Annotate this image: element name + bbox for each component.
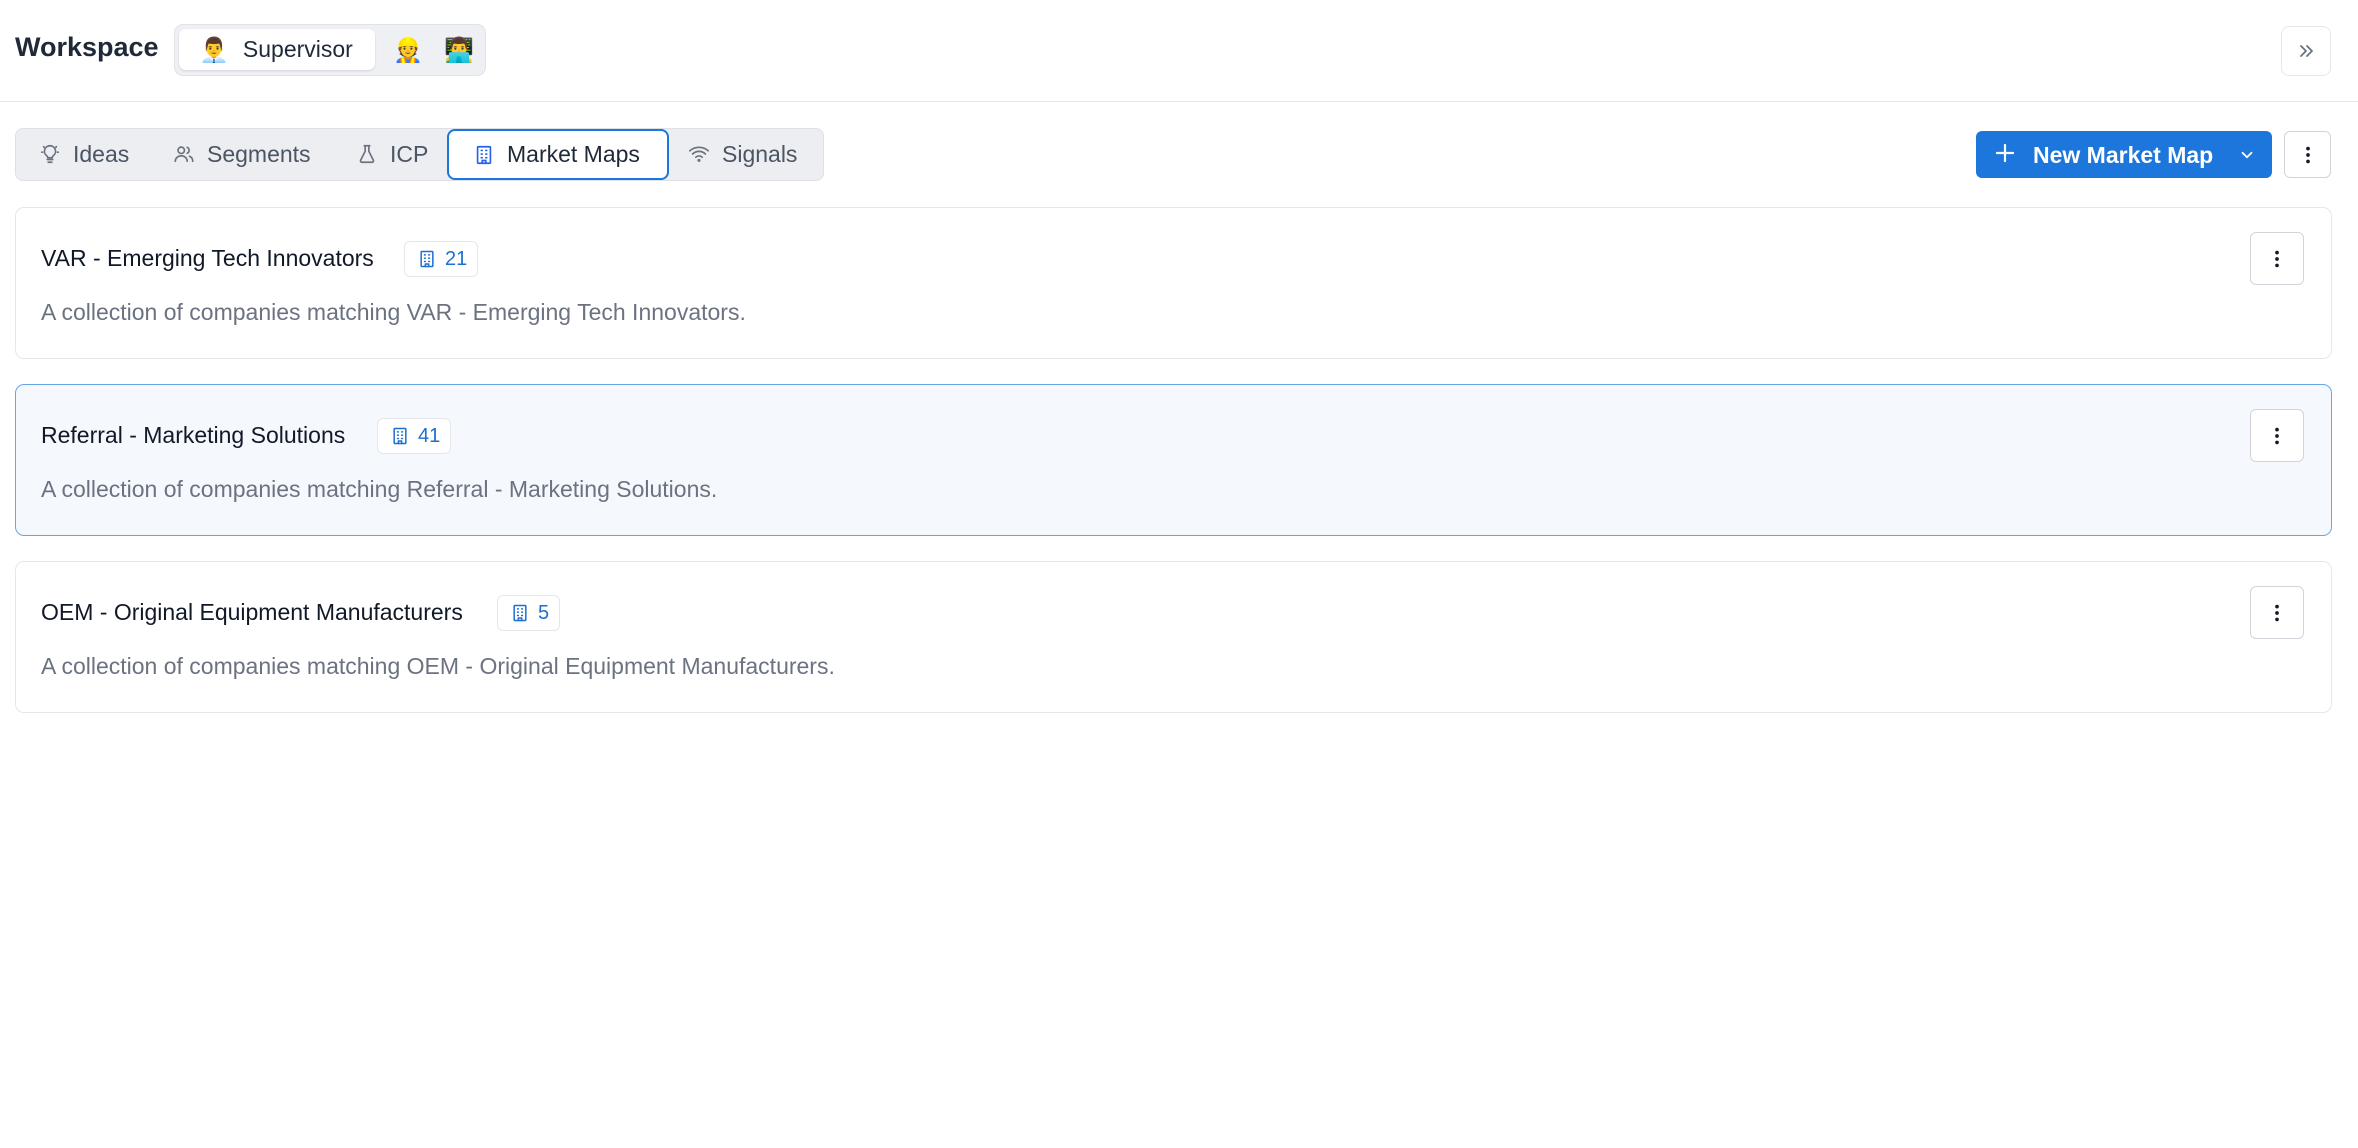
- persona-supervisor-button[interactable]: 👨‍💼 Supervisor: [179, 29, 375, 70]
- company-count: 21: [445, 247, 468, 270]
- building-icon: [513, 604, 527, 622]
- company-count: 5: [538, 601, 550, 624]
- technologist-emoji-icon: 👨‍💻: [444, 35, 474, 64]
- building-icon: [393, 427, 407, 445]
- tab-label: ICP: [390, 140, 429, 167]
- plus-icon: [1995, 143, 2015, 163]
- vertical-dots-icon: [2275, 604, 2279, 621]
- vertical-dots-icon: [2275, 427, 2279, 444]
- users-icon: [174, 146, 194, 163]
- market-map-title: OEM - Original Equipment Manufacturers: [41, 599, 463, 625]
- tab-icp[interactable]: ICP: [356, 130, 428, 178]
- company-count-badge: 5: [497, 595, 561, 631]
- company-count: 41: [418, 424, 441, 447]
- card-options-button[interactable]: [2250, 232, 2304, 285]
- tab-label: Ideas: [73, 140, 130, 167]
- supervisor-emoji-icon: 👨‍💼: [199, 35, 229, 64]
- new-market-map-label: New Market Map: [2033, 142, 2214, 168]
- market-map-card[interactable]: Referral - Marketing Solutions 41 A coll…: [15, 384, 2332, 536]
- flask-icon: [359, 144, 375, 164]
- wifi-icon: [689, 146, 709, 162]
- market-map-card[interactable]: OEM - Original Equipment Manufacturers 5…: [15, 561, 2332, 713]
- market-map-title: Referral - Marketing Solutions: [41, 422, 346, 448]
- persona-technologist-button[interactable]: 👨‍💻: [436, 29, 482, 70]
- more-options-button[interactable]: [2284, 131, 2331, 178]
- market-map-title: VAR - Emerging Tech Innovators: [41, 245, 374, 271]
- worker-emoji-icon: 👷: [393, 35, 423, 64]
- tab-segments[interactable]: Segments: [173, 130, 311, 178]
- double-chevron-right-icon: [2300, 45, 2313, 57]
- section-tabs: Ideas Segments ICP Market Maps Signals: [15, 128, 824, 181]
- tab-label: Segments: [207, 140, 311, 167]
- tab-label: Signals: [722, 140, 798, 167]
- company-count-badge: 41: [377, 418, 452, 454]
- card-options-button[interactable]: [2250, 586, 2304, 639]
- chevron-down-icon[interactable]: [2238, 146, 2256, 164]
- company-count-badge: 21: [404, 241, 479, 277]
- market-map-card[interactable]: VAR - Emerging Tech Innovators 21 A coll…: [15, 207, 2332, 359]
- persona-label: Supervisor: [242, 36, 353, 62]
- workspace-title: Workspace: [15, 32, 159, 62]
- new-market-map-button[interactable]: New Market Map: [1976, 131, 2272, 178]
- tab-ideas[interactable]: Ideas: [39, 130, 129, 178]
- building-icon: [476, 145, 492, 164]
- market-map-description: A collection of companies matching OEM -…: [41, 653, 835, 679]
- lightbulb-icon: [40, 144, 60, 164]
- persona-worker-button[interactable]: 👷: [385, 29, 431, 70]
- persona-switcher: 👨‍💼 Supervisor 👷 👨‍💻: [174, 24, 486, 76]
- market-map-description: A collection of companies matching Refer…: [41, 476, 718, 502]
- vertical-dots-icon: [2275, 250, 2279, 267]
- tab-label: Market Maps: [507, 141, 640, 167]
- tab-signals[interactable]: Signals: [688, 130, 797, 178]
- market-map-description: A collection of companies matching VAR -…: [41, 299, 746, 325]
- card-options-button[interactable]: [2250, 409, 2304, 462]
- header-bar: Workspace 👨‍💼 Supervisor 👷 👨‍💻: [0, 0, 2358, 102]
- building-icon: [420, 250, 434, 268]
- vertical-dots-icon: [2305, 146, 2310, 163]
- tab-market-maps[interactable]: Market Maps: [447, 129, 669, 180]
- collapse-panel-button[interactable]: [2281, 26, 2331, 76]
